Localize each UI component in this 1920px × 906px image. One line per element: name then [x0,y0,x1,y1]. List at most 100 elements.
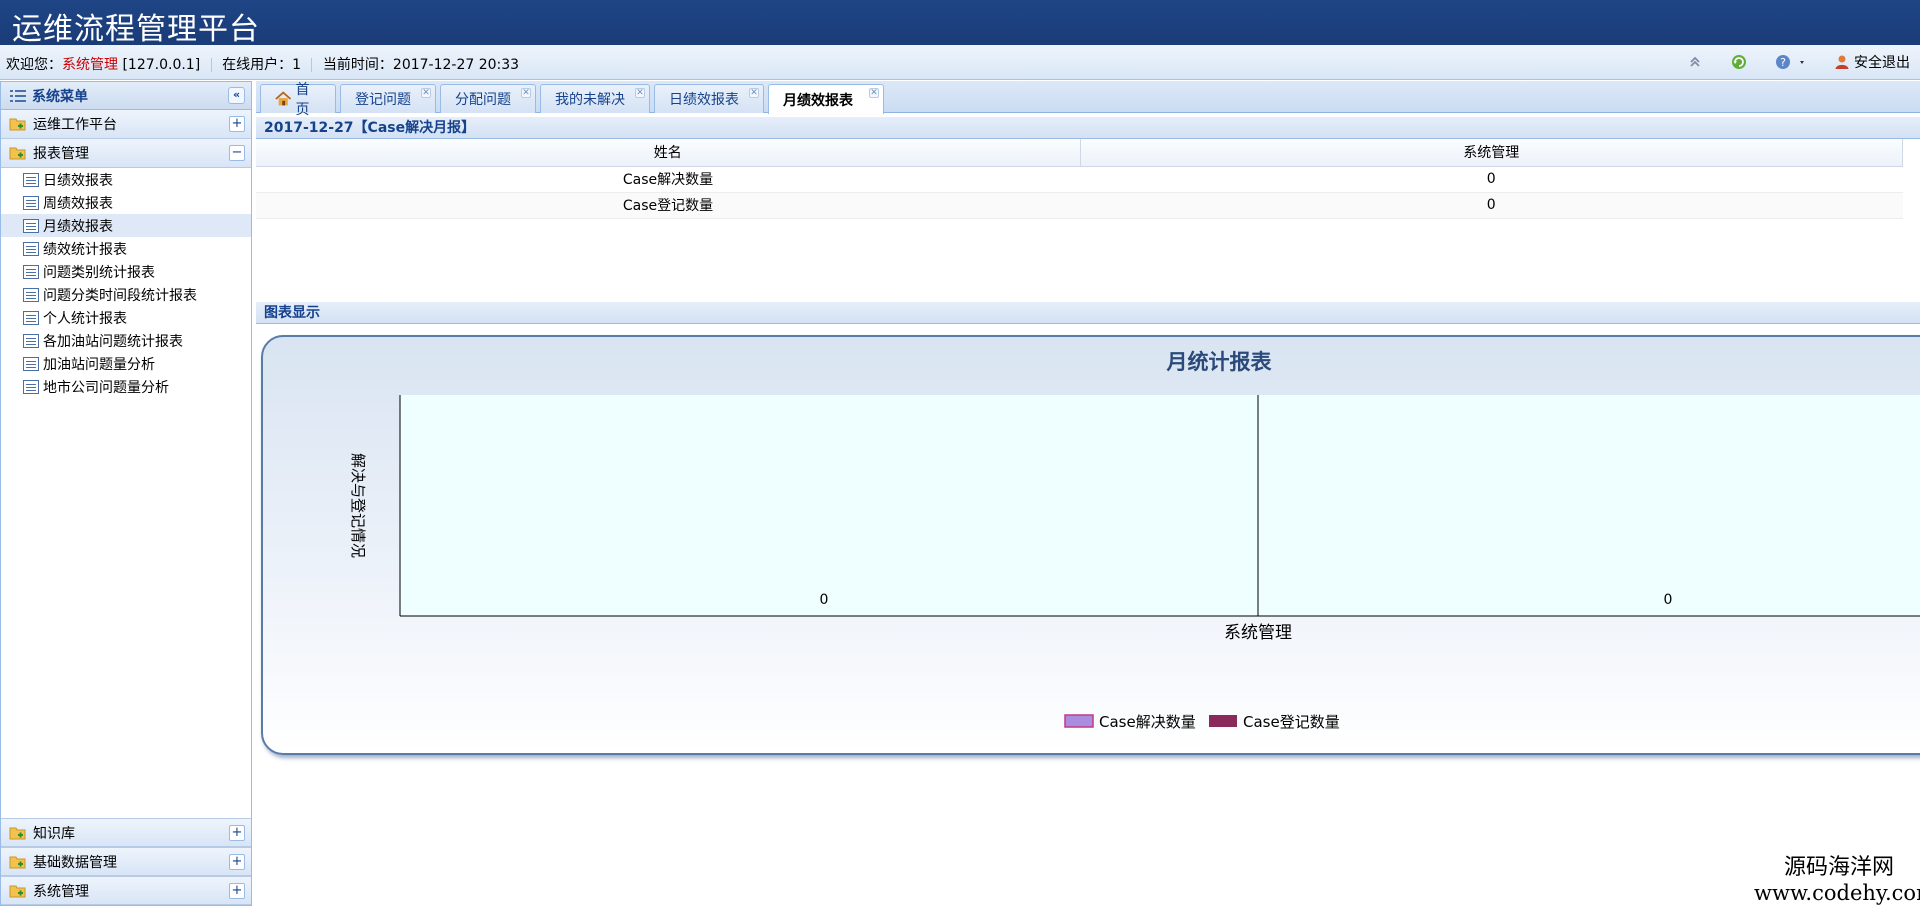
tab-label: 登记问题 [355,92,411,108]
sidebar-item-label: 地市公司问题量分析 [43,379,169,396]
chart-title: 月统计报表 [1166,350,1273,374]
report-menu-list: 日绩效报表 周绩效报表 月绩效报表 绩效统计报表 问题类别统计报表 问题分类时间… [1,168,251,398]
expand-icon[interactable]: + [229,883,245,899]
report-icon [23,333,39,348]
sidebar-item-period-stats[interactable]: 问题分类时间段统计报表 [1,283,251,306]
accordion-system-management[interactable]: 系统管理 + [1,876,251,905]
table-cell: 0 [1080,192,1903,219]
column-header-user[interactable]: 系统管理 [1080,139,1903,167]
user-icon [1835,55,1849,69]
column-header-name[interactable]: 姓名 [256,139,1081,167]
toolbar-right: ? 安全退出 [1686,52,1910,72]
accordion-label: 基础数据管理 [33,854,117,871]
close-icon[interactable]: ✕ [421,88,431,98]
separator [311,58,313,72]
tab-monthly-report[interactable]: 月绩效报表 ✕ [768,84,884,114]
current-time: 当前时间：2017-12-27 20:33 [322,57,520,73]
expand-icon[interactable]: + [229,854,245,870]
bar-chart: 月统计报表解决与登记情况系统管理 0 0 Case解决数量 Case登记数量 [349,350,1920,731]
sidebar-header: 系统菜单 « [1,82,251,110]
sidebar-item-personal-stats[interactable]: 个人统计报表 [1,306,251,329]
watermark-line1: 源码海洋网 [1783,855,1894,880]
close-icon[interactable]: ✕ [521,88,531,98]
sidebar: 系统菜单 « 运维工作平台 + 报表管理 − 日绩效报表 周绩效报表 月绩效报表… [0,81,252,906]
main-content: 首页 登记问题 ✕ 分配问题 ✕ 我的未解决 ✕ 日绩效报表 ✕ 月绩效报表 ✕ 2017… [256,81,1920,906]
tab-my-unresolved[interactable]: 我的未解决 ✕ [540,84,650,113]
tab-daily-report[interactable]: 日绩效报表 ✕ [654,84,764,113]
expand-icon[interactable]: + [229,825,245,841]
tab-assign-issue[interactable]: 分配问题 ✕ [440,84,536,113]
report-icon [23,287,39,302]
legend-swatch [1209,715,1237,727]
folder-open-icon [9,147,26,160]
accordion-knowledge-base[interactable]: 知识库 + [1,818,251,847]
sidebar-item-station-stats[interactable]: 各加油站问题统计报表 [1,329,251,352]
close-icon[interactable]: ✕ [635,88,645,98]
watermark: 源码海洋网 www.codehy.com [1754,849,1920,905]
sidebar-item-station-analysis[interactable]: 加油站问题量分析 [1,352,251,375]
sidebar-collapse-button[interactable]: « [228,87,245,104]
folder-icon [9,827,26,839]
accordion-label: 运维工作平台 [33,117,117,133]
collapse-icon[interactable]: − [229,145,245,161]
x-axis-label: 系统管理 [1224,623,1292,643]
report-icon [23,241,39,256]
sidebar-item-monthly-report[interactable]: 月绩效报表 [1,214,251,237]
data-label: 0 [820,592,829,608]
client-ip: [127.0.0.1] [122,57,201,73]
report-icon [23,218,39,233]
accordion-report-management[interactable]: 报表管理 − [1,139,251,168]
sidebar-item-daily-report[interactable]: 日绩效报表 [1,168,251,191]
sidebar-item-city-analysis[interactable]: 地市公司问题量分析 [1,375,251,398]
app-header: 运维流程管理平台 [0,0,1920,47]
close-icon[interactable]: ✕ [869,88,879,98]
legend-label: Case登记数量 [1243,713,1340,731]
expand-icon[interactable]: + [229,116,245,132]
app-title: 运维流程管理平台 [12,12,260,47]
sidebar-item-performance-stats[interactable]: 绩效统计报表 [1,237,251,260]
report-title: 2017-12-27【Case解决月报】 [256,117,1920,139]
tab-label: 日绩效报表 [669,92,739,108]
accordion-ops-platform[interactable]: 运维工作平台 + [1,110,251,139]
logout-label: 安全退出 [1854,55,1910,71]
table-header-row: 姓名 系统管理 [256,139,1903,167]
tab-label: 分配问题 [455,92,511,108]
table-row[interactable]: Case登记数量 0 [256,192,1903,219]
sidebar-item-label: 绩效统计报表 [43,241,127,258]
refresh-icon[interactable] [1730,53,1748,71]
user-info: 欢迎您：系统管理 [127.0.0.1] 在线用户：1 当前时间：2017-12… [6,54,519,74]
data-label: 0 [1664,592,1673,608]
chart-section-title: 图表显示 [256,302,1920,324]
accordion-label: 知识库 [33,825,75,842]
close-icon[interactable]: ✕ [749,88,759,98]
separator [210,58,212,72]
sidebar-item-category-stats[interactable]: 问题类别统计报表 [1,260,251,283]
plot-area [400,395,1920,616]
sidebar-item-label: 日绩效报表 [43,172,113,189]
sidebar-item-label: 周绩效报表 [43,195,113,212]
collapse-up-icon[interactable] [1686,53,1704,71]
folder-icon [9,885,26,897]
table-cell: Case解决数量 [256,166,1080,193]
sidebar-bottom-groups: 知识库 + 基础数据管理 + 系统管理 + [1,818,251,905]
table-row[interactable]: Case解决数量 0 [256,166,1903,193]
help-icon[interactable]: ? [1774,53,1808,71]
folder-icon [9,118,26,131]
tab-label: 首页 [295,82,310,118]
menu-list-icon [10,89,26,102]
accordion-label: 系统管理 [33,883,89,900]
online-users: 在线用户：1 [222,57,301,73]
table-cell: 0 [1080,166,1903,193]
tab-register-issue[interactable]: 登记问题 ✕ [340,84,436,113]
accordion-base-data[interactable]: 基础数据管理 + [1,847,251,876]
accordion-label: 报表管理 [33,146,89,162]
logout-button[interactable]: 安全退出 [1834,52,1910,72]
sidebar-item-weekly-report[interactable]: 周绩效报表 [1,191,251,214]
tab-home[interactable]: 首页 [260,82,336,118]
sidebar-title: 系统菜单 [32,88,88,105]
tab-label: 我的未解决 [555,92,625,108]
report-table: 姓名 系统管理 Case解决数量 0 Case登记数量 0 [256,139,1903,219]
watermark-line2: www.codehy.com [1754,881,1920,905]
folder-icon [9,856,26,868]
tab-label: 月绩效报表 [783,92,853,109]
